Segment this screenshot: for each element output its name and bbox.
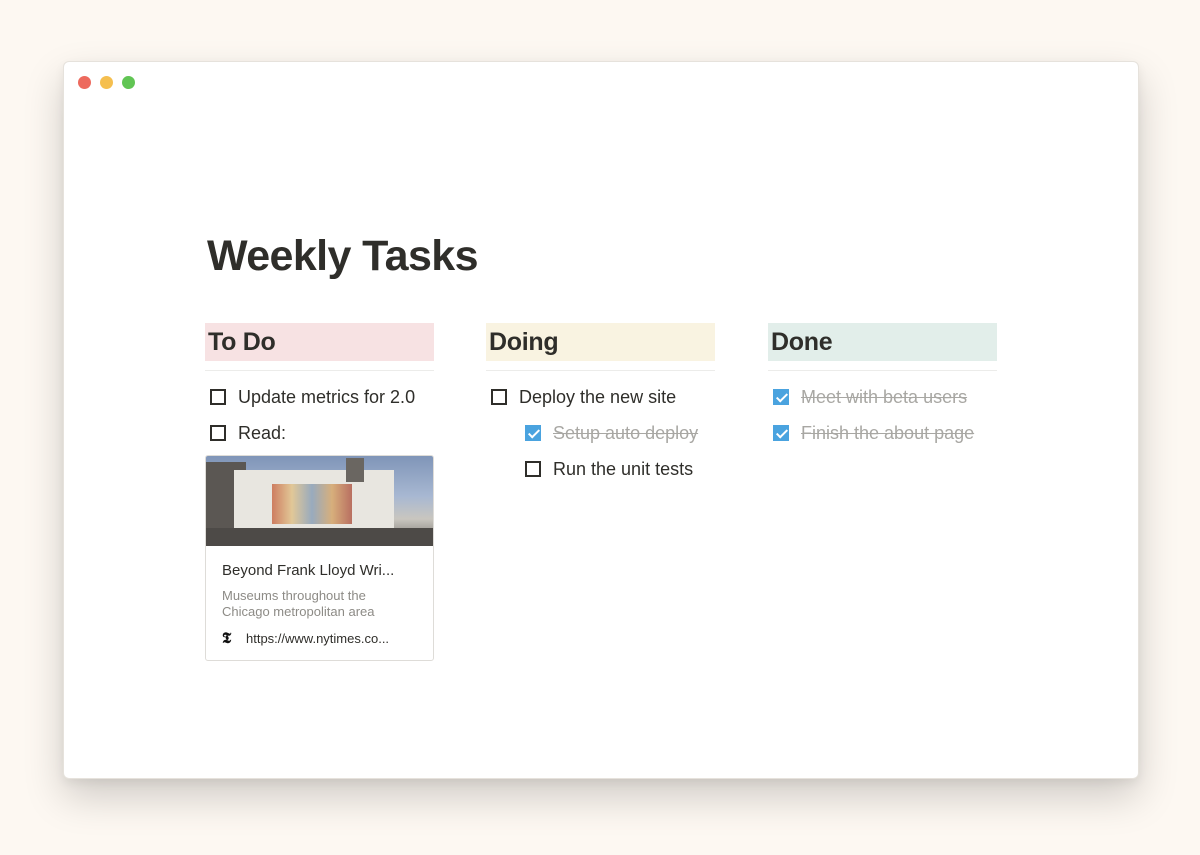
- column-header-todo[interactable]: To Do: [205, 323, 434, 361]
- bookmark-link: 𝕿 https://www.nytimes.co...: [222, 629, 417, 647]
- task-item: Read:: [205, 415, 434, 451]
- task-checkbox-checked[interactable]: [525, 425, 541, 441]
- column-todo: To Do Update metrics for 2.0 Read: Beyon…: [205, 323, 434, 661]
- minimize-window-button[interactable]: [100, 76, 113, 89]
- divider: [768, 370, 997, 371]
- task-item: Finish the about page: [768, 415, 997, 451]
- divider: [486, 370, 715, 371]
- column-header-doing[interactable]: Doing: [486, 323, 715, 361]
- window-controls: [78, 76, 135, 89]
- subtask-item: Setup auto deploy: [486, 415, 715, 451]
- column-doing: Doing Deploy the new site Setup auto dep…: [486, 323, 715, 487]
- bookmark-url: https://www.nytimes.co...: [246, 630, 390, 646]
- task-label[interactable]: Update metrics for 2.0: [238, 387, 415, 408]
- task-label[interactable]: Finish the about page: [801, 423, 974, 444]
- nyt-logo-icon: 𝕿: [222, 629, 232, 647]
- task-checkbox-checked[interactable]: [773, 389, 789, 405]
- task-checkbox[interactable]: [210, 425, 226, 441]
- bookmark-title: Beyond Frank Lloyd Wri...: [222, 562, 395, 579]
- bookmark-description: Museums throughout the Chicago metropoli…: [222, 588, 375, 619]
- task-label[interactable]: Run the unit tests: [553, 459, 693, 480]
- task-checkbox-checked[interactable]: [773, 425, 789, 441]
- divider: [205, 370, 434, 371]
- task-label[interactable]: Setup auto deploy: [553, 423, 698, 444]
- bookmark-thumbnail: [206, 456, 433, 546]
- subtask-item: Run the unit tests: [486, 451, 715, 487]
- task-checkbox[interactable]: [525, 461, 541, 477]
- task-item: Meet with beta users: [768, 379, 997, 415]
- page-title[interactable]: Weekly Tasks: [207, 232, 479, 281]
- task-item: Deploy the new site: [486, 379, 715, 415]
- task-label[interactable]: Read:: [238, 423, 286, 444]
- maximize-window-button[interactable]: [122, 76, 135, 89]
- thumbnail-mural: [272, 484, 352, 524]
- task-item: Update metrics for 2.0: [205, 379, 434, 415]
- app-window: Weekly Tasks To Do Update metrics for 2.…: [63, 61, 1139, 779]
- task-checkbox[interactable]: [210, 389, 226, 405]
- thumbnail-street: [206, 528, 433, 546]
- column-done: Done Meet with beta users Finish the abo…: [768, 323, 997, 451]
- task-checkbox[interactable]: [491, 389, 507, 405]
- thumbnail-tower: [346, 458, 364, 482]
- link-bookmark-card[interactable]: Beyond Frank Lloyd Wri... Museums throug…: [205, 455, 434, 661]
- task-label[interactable]: Deploy the new site: [519, 387, 676, 408]
- column-header-done[interactable]: Done: [768, 323, 997, 361]
- close-window-button[interactable]: [78, 76, 91, 89]
- task-label[interactable]: Meet with beta users: [801, 387, 967, 408]
